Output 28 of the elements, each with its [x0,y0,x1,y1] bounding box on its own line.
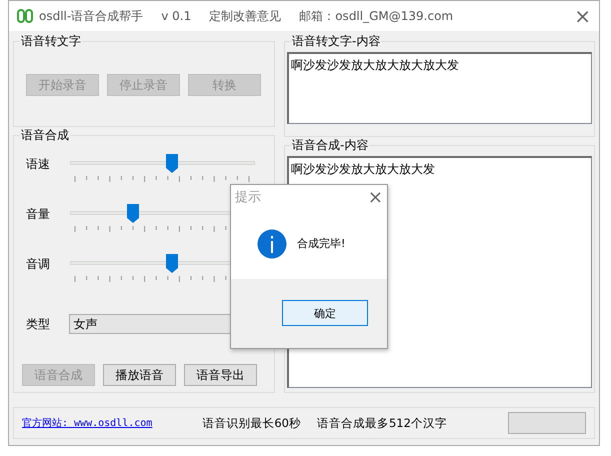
feedback-label: 定制改善意见 [209,8,282,24]
close-button[interactable]: × [368,186,383,208]
type-label: 类型 [25,316,51,332]
website-link[interactable]: 官方网站: www.osdll.com [22,416,152,430]
slider-thumb[interactable] [166,154,178,173]
slider-thumb[interactable] [126,204,139,223]
status-text: 语音合成最多512个汉字 [316,416,447,430]
app-logo-icon [17,9,33,23]
slider-thumb[interactable] [166,254,178,273]
slider-label: 音量 [25,206,51,223]
dialog-title: 提示 [235,189,261,206]
window-title: osdll-语音合成帮手 [39,8,144,24]
group-title: 语音合成-内容 [291,137,370,154]
synthesis-button[interactable]: 播放语音 [103,364,176,386]
dialog-message: 合成完毕! [297,236,346,252]
slider-label: 音调 [25,256,51,273]
text-area[interactable]: 啊沙发沙发放大放大放大放大发 [287,52,592,124]
group-title: 语音转文字-内容 [291,33,382,50]
status-text: 语音识别最长60秒 [202,416,301,430]
slider-label: 语速 [25,156,51,173]
email-label: 邮箱：osdll_GM@139.com [299,8,454,24]
close-button[interactable]: × [574,4,591,28]
group-title: 语音转文字 [20,33,82,50]
ok-button[interactable]: 确定 [282,300,368,326]
info-icon [257,228,287,259]
synthesis-button[interactable]: 语音导出 [184,364,257,386]
group-title: 语音合成 [20,127,70,144]
version-label: v 0.1 [161,9,192,23]
